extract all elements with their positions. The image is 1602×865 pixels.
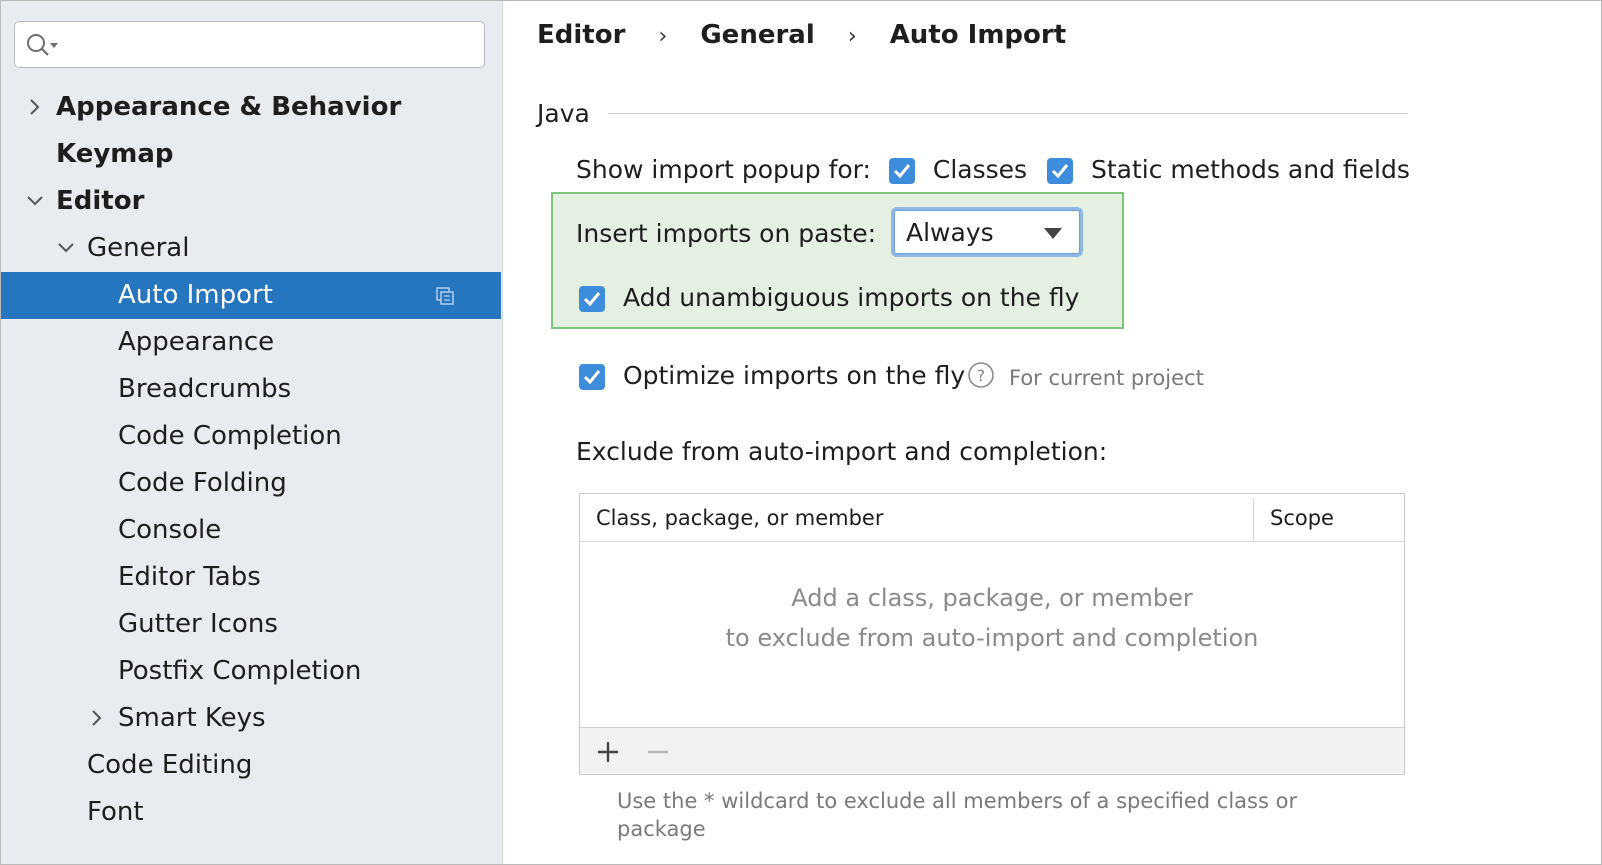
classes-label: Classes [932,155,1028,184]
column-header-member[interactable]: Class, package, or member [596,494,883,542]
sidebar-item-label: Font [87,797,144,827]
chevron-down-icon[interactable] [25,191,45,211]
remove-icon[interactable] [644,738,672,766]
sidebar-item-appearance[interactable]: Appearance [1,319,501,366]
insert-imports-value: Always [906,218,994,247]
sidebar-item-console[interactable]: Console [1,507,501,554]
settings-content: Editor › General › Auto Import Java Show… [504,1,1601,864]
sidebar-item-code-editing[interactable]: Code Editing [1,742,501,789]
chevron-down-icon [1044,228,1062,239]
add-icon[interactable] [594,738,622,766]
table-empty-text: Add a class, package, or member to exclu… [580,578,1404,658]
chevron-down-icon[interactable] [56,238,76,258]
wildcard-footnote: Use the * wildcard to exclude all member… [617,789,1298,841]
unambiguous-imports-row: Add unambiguous imports on the fly [579,281,1079,315]
settings-sidebar: Appearance & Behavior Keymap Editor Gene… [1,1,503,864]
sidebar-item-keymap[interactable]: Keymap [1,131,501,178]
show-import-popup-label: Show import popup for: [576,155,871,184]
checkmark-icon [893,164,911,179]
column-header-scope[interactable]: Scope [1270,494,1334,542]
static-methods-label: Static methods and fields [1090,155,1410,184]
sidebar-item-label: Auto Import [118,280,273,310]
classes-checkbox[interactable] [888,158,915,184]
show-import-popup-row: Show import popup for: Classes Static me… [576,153,1410,187]
sidebar-item-gutter-icons[interactable]: Gutter Icons [1,601,501,648]
sidebar-item-code-completion[interactable]: Code Completion [1,413,501,460]
optimize-imports-hint: For current project [1009,366,1204,390]
breadcrumb-item-editor[interactable]: Editor [537,15,625,55]
search-box[interactable] [14,21,485,68]
sidebar-item-label: Gutter Icons [118,609,278,639]
search-icon [27,34,58,56]
search-input[interactable] [67,30,467,60]
sidebar-item-label: Postfix Completion [118,656,362,686]
sidebar-item-appearance-behavior[interactable]: Appearance & Behavior [1,84,501,131]
sidebar-item-label: Keymap [56,139,174,169]
checkmark-icon [583,370,601,385]
optimize-imports-checkbox[interactable] [579,364,605,390]
sidebar-item-label: Code Completion [118,421,342,451]
insert-imports-row: Insert imports on paste: [576,217,876,251]
section-divider [608,113,1408,114]
static-methods-checkbox[interactable] [1047,158,1073,184]
empty-text-line: Add a class, package, or member [791,584,1193,612]
sidebar-item-label: General [87,233,190,263]
sidebar-item-auto-import[interactable]: Auto Import [1,272,501,319]
breadcrumb-item-auto-import: Auto Import [889,20,1067,50]
help-icon[interactable]: ? [967,361,995,389]
sidebar-item-label: Console [118,515,222,545]
unambiguous-imports-checkbox[interactable] [579,286,605,312]
sidebar-item-code-folding[interactable]: Code Folding [1,460,501,507]
sidebar-item-label: Code Editing [87,750,253,780]
svg-text:?: ? [977,366,986,385]
sidebar-item-label: Editor Tabs [118,562,261,592]
sidebar-item-label: Appearance [118,327,275,357]
sidebar-item-label: Appearance & Behavior [56,92,402,122]
chevron-right-icon[interactable] [25,97,45,117]
breadcrumb-separator: › [847,24,857,49]
breadcrumb: Editor › General › Auto Import [537,15,1066,55]
empty-text-line: to exclude from auto-import and completi… [725,624,1259,652]
section-title-java: Java [537,99,590,128]
sidebar-item-font[interactable]: Font [1,789,501,836]
sidebar-item-label: Code Folding [118,468,287,498]
chevron-right-icon[interactable] [87,708,107,728]
copy-settings-icon[interactable] [434,285,456,307]
checkmark-icon [583,292,601,307]
exclude-label: Exclude from auto-import and completion: [576,437,1108,466]
column-divider[interactable] [1253,498,1254,542]
exclude-table: Class, package, or member Scope Add a cl… [579,493,1405,775]
sidebar-item-label: Editor [56,186,145,216]
table-header: Class, package, or member Scope [580,494,1404,542]
optimize-imports-row: Optimize imports on the fly [579,359,965,393]
sidebar-item-breadcrumbs[interactable]: Breadcrumbs [1,366,501,413]
sidebar-item-general[interactable]: General [1,225,501,272]
table-toolbar [580,727,1404,774]
insert-imports-select[interactable]: Always [891,207,1083,257]
sidebar-item-label: Smart Keys [118,703,266,733]
sidebar-item-label: Breadcrumbs [118,374,292,404]
sidebar-item-smart-keys[interactable]: Smart Keys [1,695,501,742]
breadcrumb-separator: › [658,24,668,49]
settings-window: Appearance & Behavior Keymap Editor Gene… [0,0,1602,865]
sidebar-item-editor-tabs[interactable]: Editor Tabs [1,554,501,601]
checkmark-icon [1051,164,1069,179]
breadcrumb-item-general[interactable]: General [700,15,814,55]
unambiguous-imports-label: Add unambiguous imports on the fly [622,283,1080,312]
optimize-imports-label: Optimize imports on the fly [622,361,966,390]
sidebar-item-editor[interactable]: Editor [1,178,501,225]
insert-imports-label: Insert imports on paste: [576,219,877,248]
sidebar-item-postfix-completion[interactable]: Postfix Completion [1,648,501,695]
